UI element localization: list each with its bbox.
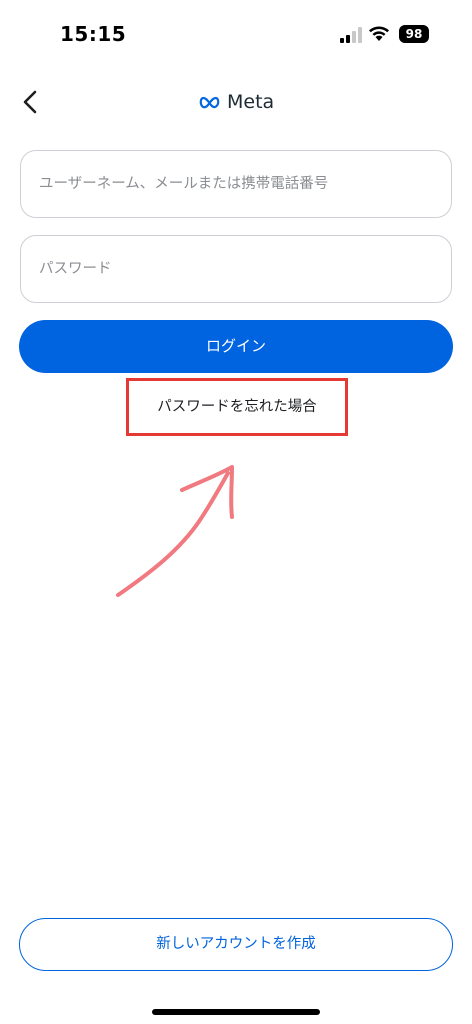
password-field[interactable] — [20, 235, 452, 303]
wifi-icon — [369, 26, 389, 41]
create-account-button[interactable]: 新しいアカウントを作成 — [19, 918, 453, 971]
meta-logo: Meta — [199, 90, 274, 114]
annotation-arrow-icon — [116, 465, 234, 597]
password-input[interactable] — [21, 236, 451, 302]
meta-infinity-icon — [199, 96, 220, 109]
forgot-password-link[interactable]: パスワードを忘れた場合 — [126, 378, 348, 436]
signal-icon — [340, 27, 362, 43]
battery-indicator: 98 — [399, 25, 429, 43]
username-field[interactable] — [20, 150, 452, 218]
username-input[interactable] — [21, 151, 451, 217]
status-time: 15:15 — [60, 22, 127, 46]
home-indicator[interactable] — [152, 1009, 320, 1015]
login-button[interactable]: ログイン — [19, 320, 453, 373]
meta-logo-text: Meta — [227, 91, 275, 113]
status-bar: 15:15 98 — [0, 0, 472, 70]
chevron-left-icon[interactable] — [18, 88, 44, 116]
